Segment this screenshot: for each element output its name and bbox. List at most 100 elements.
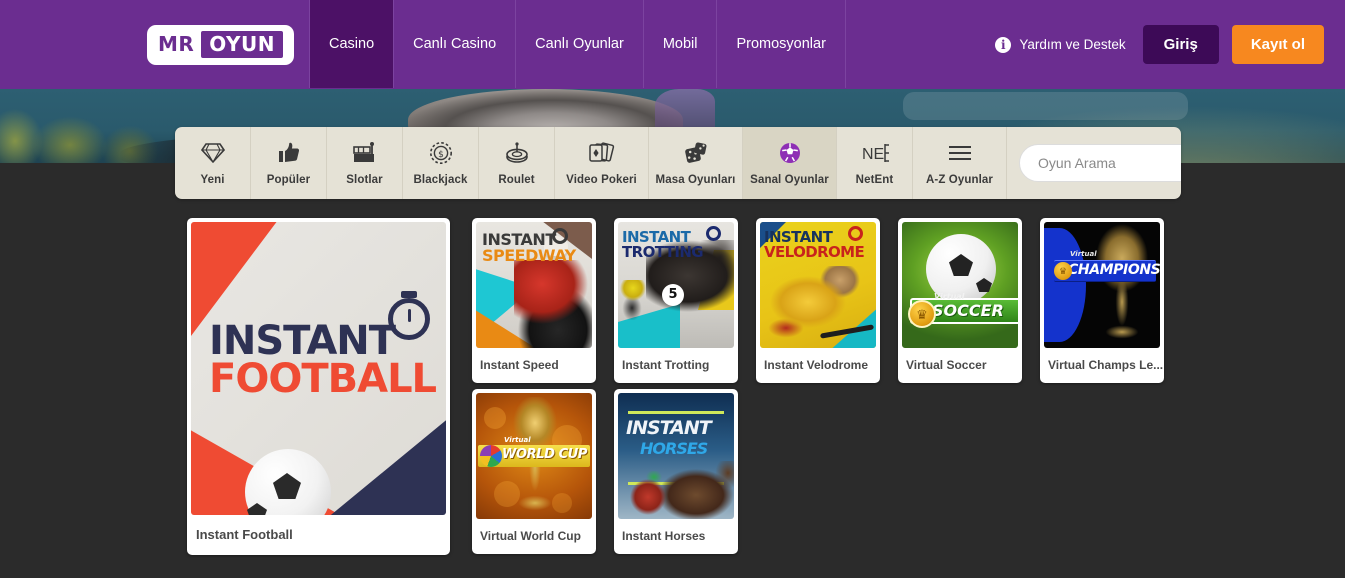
category-roulet[interactable]: Roulet (479, 127, 555, 199)
nav-item-canli-casino[interactable]: Canlı Casino (393, 0, 516, 88)
playing-cards-icon (588, 141, 615, 166)
artwork-line-2: TROTTING (622, 243, 703, 261)
logo-container[interactable]: MR OYUN (0, 0, 310, 89)
category-label: Popüler (267, 174, 311, 186)
hero-banner-pill (903, 92, 1188, 120)
game-thumbnail: INSTANT VELODROME (760, 222, 876, 348)
game-title: Instant Trotting (614, 348, 738, 381)
category-label: Roulet (498, 174, 534, 186)
game-thumbnail: Virtual WORLD CUP (476, 393, 592, 519)
jockey-graphic (628, 471, 670, 519)
slot-machine-icon (352, 141, 378, 166)
game-artwork: Virtual SOCCER ♛ (902, 222, 1018, 348)
category-sanal-oyunlar[interactable]: Sanal Oyunlar (743, 127, 837, 199)
trophy-coin-icon: ♛ (908, 300, 936, 328)
artwork-line-2: FOOTBALL (209, 356, 436, 402)
game-grid: INSTANT FOOTBALL Instant Football INSTAN… (187, 218, 1187, 558)
game-category-bar: Yeni Popüler Slotlar $ Blackjack Roulet (175, 127, 1181, 199)
game-card-virtual-champs-league[interactable]: Virtual CHAMPIONS ♛ Virtual Champs Le... (1040, 218, 1164, 383)
svg-text:$: $ (438, 150, 444, 160)
category-slotlar[interactable]: Slotlar (327, 127, 403, 199)
game-artwork: INSTANT SPEEDWAY (476, 222, 592, 348)
stopwatch-icon (552, 228, 568, 244)
game-title: Virtual Soccer (898, 348, 1022, 381)
help-and-support-label: Yardım ve Destek (1019, 37, 1125, 52)
login-button[interactable]: Giriş (1143, 25, 1219, 64)
logo-text-oyun: OYUN (201, 31, 283, 58)
game-thumbnail: Virtual CHAMPIONS ♛ (1044, 222, 1160, 348)
game-artwork: 5 INSTANT TROTTING (618, 222, 734, 348)
globe-icon (480, 445, 502, 467)
game-search-box[interactable] (1019, 144, 1181, 182)
logo-text-mr: MR (158, 34, 201, 54)
category-netent[interactable]: NE NetEnt (837, 127, 913, 199)
nav-item-mobil[interactable]: Mobil (643, 0, 718, 88)
game-artwork: INSTANT VELODROME (760, 222, 876, 348)
dice-icon (683, 141, 708, 166)
category-label: Yeni (200, 174, 224, 186)
search-cell (1007, 127, 1181, 199)
game-artwork: INSTANT HORSES (618, 393, 734, 519)
category-populer[interactable]: Popüler (251, 127, 327, 199)
category-label: Video Pokeri (566, 174, 637, 186)
signup-button[interactable]: Kayıt ol (1232, 25, 1324, 64)
netent-logo-icon: NE (860, 141, 890, 166)
nav-item-promosyonlar[interactable]: Promosyonlar (716, 0, 845, 88)
header-actions: i Yardım ve Destek Giriş Kayıt ol (846, 0, 1345, 89)
game-card-instant-trotting[interactable]: 5 INSTANT TROTTING Instant Trotting (614, 218, 738, 383)
stopwatch-icon (388, 298, 430, 340)
game-thumbnail: Virtual SOCCER ♛ (902, 222, 1018, 348)
category-blackjack[interactable]: $ Blackjack (403, 127, 479, 199)
artwork-line-1: Virtual (504, 436, 531, 444)
game-artwork: Virtual WORLD CUP (476, 393, 592, 519)
game-artwork: INSTANT FOOTBALL (191, 222, 446, 515)
game-thumbnail: 5 INSTANT TROTTING (618, 222, 734, 348)
artwork-line-1: Virtual (934, 292, 964, 301)
game-card-instant-horses[interactable]: INSTANT HORSES Instant Horses (614, 389, 738, 554)
artwork-line-1: INSTANT (626, 417, 711, 439)
artwork-line-2: WORLD CUP (502, 447, 587, 462)
casino-chip-icon: $ (429, 141, 453, 166)
trophy-graphic (1092, 224, 1152, 346)
category-yeni[interactable]: Yeni (175, 127, 251, 199)
category-label: Slotlar (346, 174, 383, 186)
category-label: Masa Oyunları (656, 174, 736, 186)
trophy-coin-icon: ♛ (1054, 262, 1072, 280)
search-input[interactable] (1038, 155, 1181, 171)
diamond-icon (201, 141, 225, 166)
roulette-wheel-icon (504, 141, 530, 166)
category-masa-oyunlari[interactable]: Masa Oyunları (649, 127, 743, 199)
artwork-line-2: SOCCER (932, 301, 1004, 320)
game-title: Instant Horses (614, 519, 738, 552)
category-video-pokeri[interactable]: Video Pokeri (555, 127, 649, 199)
game-card-virtual-soccer[interactable]: Virtual SOCCER ♛ Virtual Soccer (898, 218, 1022, 383)
nav-item-canli-oyunlar[interactable]: Canlı Oyunlar (515, 0, 644, 88)
game-artwork: Virtual CHAMPIONS ♛ (1044, 222, 1160, 348)
artwork-line-1: Virtual (1070, 250, 1097, 258)
hamburger-menu-icon (947, 141, 973, 166)
site-header: MR OYUN Casino Canlı Casino Canlı Oyunla… (0, 0, 1345, 89)
help-and-support-link[interactable]: i Yardım ve Destek (995, 37, 1125, 53)
game-card-instant-speed[interactable]: INSTANT SPEEDWAY Instant Speed (472, 218, 596, 383)
game-card-instant-football[interactable]: INSTANT FOOTBALL Instant Football (187, 218, 450, 555)
category-a-z-oyunlar[interactable]: A-Z Oyunlar (913, 127, 1007, 199)
nav-item-casino[interactable]: Casino (309, 0, 394, 88)
game-card-virtual-world-cup[interactable]: Virtual WORLD CUP Virtual World Cup (472, 389, 596, 554)
artwork-line-2: SPEEDWAY (482, 246, 576, 265)
stopwatch-icon (706, 226, 721, 241)
artwork-line-2: HORSES (640, 439, 707, 458)
game-title: Virtual World Cup (472, 519, 596, 552)
game-thumbnail: INSTANT FOOTBALL (191, 222, 446, 515)
svg-text:NE: NE (862, 146, 884, 163)
category-label: Sanal Oyunlar (750, 174, 829, 186)
game-title: Instant Velodrome (756, 348, 880, 381)
category-label: Blackjack (414, 174, 468, 186)
category-label: NetEnt (856, 174, 894, 186)
game-thumbnail: INSTANT SPEEDWAY (476, 222, 592, 348)
main-navigation: Casino Canlı Casino Canlı Oyunlar Mobil … (310, 0, 846, 89)
artwork-line-2: CHAMPIONS (1068, 262, 1160, 278)
hero-figure-secondary (655, 89, 715, 131)
site-logo[interactable]: MR OYUN (147, 25, 294, 65)
artwork-line-2: VELODROME (764, 243, 864, 261)
game-card-instant-velodrome[interactable]: INSTANT VELODROME Instant Velodrome (756, 218, 880, 383)
